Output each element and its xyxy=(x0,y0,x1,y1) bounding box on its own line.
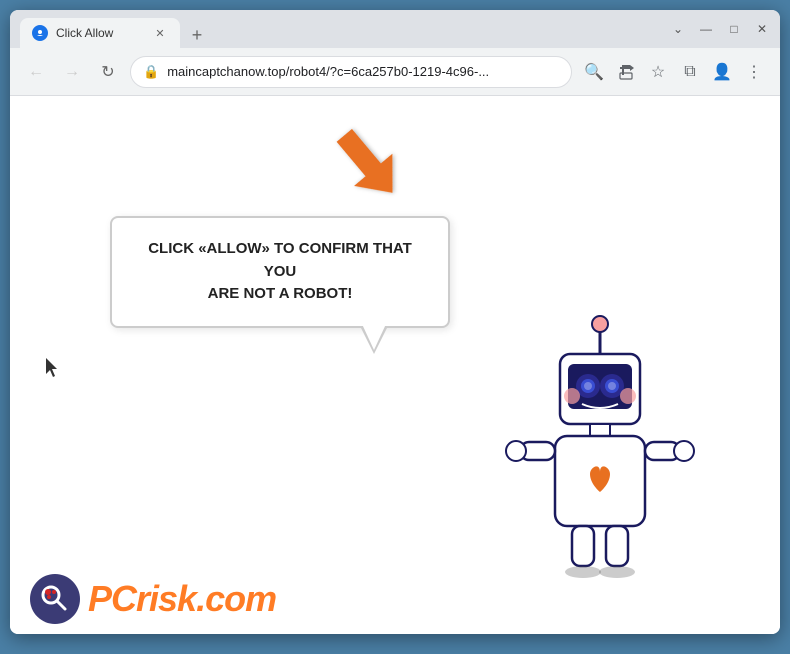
bubble-text: CLICK «ALLOW» TO CONFIRM THAT YOU ARE NO… xyxy=(136,238,424,306)
mouse-cursor xyxy=(46,358,62,383)
page-content: CLICK «ALLOW» TO CONFIRM THAT YOU ARE NO… xyxy=(10,96,780,634)
share-icon[interactable] xyxy=(612,58,640,86)
window-controls: ⌄ — □ ✕ xyxy=(670,21,770,37)
minimize-button[interactable]: — xyxy=(698,21,714,37)
back-button[interactable]: ← xyxy=(22,58,50,86)
toolbar-icons: 🔍 ☆ ⧉ 👤 ⋮ xyxy=(580,58,768,86)
toolbar: ← → ↻ 🔒 maincaptchanow.top/robot4/?c=6ca… xyxy=(10,48,780,96)
pcrisk-watermark: PCrisk.com xyxy=(30,574,276,624)
tab-title: Click Allow xyxy=(56,26,144,40)
tab-close-button[interactable]: ✕ xyxy=(152,25,168,41)
url-text: maincaptchanow.top/robot4/?c=6ca257b0-12… xyxy=(167,64,559,79)
new-tab-button[interactable]: + xyxy=(184,22,210,48)
menu-icon[interactable]: ⋮ xyxy=(740,58,768,86)
chevron-down-icon[interactable]: ⌄ xyxy=(670,21,686,37)
search-icon[interactable]: 🔍 xyxy=(580,58,608,86)
pc-text: PC xyxy=(88,578,136,619)
speech-bubble: CLICK «ALLOW» TO CONFIRM THAT YOU ARE NO… xyxy=(110,216,450,328)
extensions-icon[interactable]: ⧉ xyxy=(676,58,704,86)
maximize-button[interactable]: □ xyxy=(726,21,742,37)
pcrisk-text: PCrisk.com xyxy=(88,578,276,620)
tab-favicon xyxy=(32,25,48,41)
address-bar[interactable]: 🔒 maincaptchanow.top/robot4/?c=6ca257b0-… xyxy=(130,56,572,88)
bookmark-icon[interactable]: ☆ xyxy=(644,58,672,86)
active-tab[interactable]: Click Allow ✕ xyxy=(20,18,180,48)
tab-area: Click Allow ✕ + xyxy=(20,10,662,48)
forward-button[interactable]: → xyxy=(58,58,86,86)
close-button[interactable]: ✕ xyxy=(754,21,770,37)
profile-icon[interactable]: 👤 xyxy=(708,58,736,86)
browser-window: Click Allow ✕ + ⌄ — □ ✕ ← → ↻ 🔒 maincapt… xyxy=(10,10,780,634)
refresh-button[interactable]: ↻ xyxy=(94,58,122,86)
risk-text: risk.com xyxy=(136,578,276,619)
robot-image xyxy=(500,314,700,574)
pcrisk-logo-circle xyxy=(30,574,80,624)
lock-icon: 🔒 xyxy=(143,64,159,80)
title-bar: Click Allow ✕ + ⌄ — □ ✕ xyxy=(10,10,780,48)
